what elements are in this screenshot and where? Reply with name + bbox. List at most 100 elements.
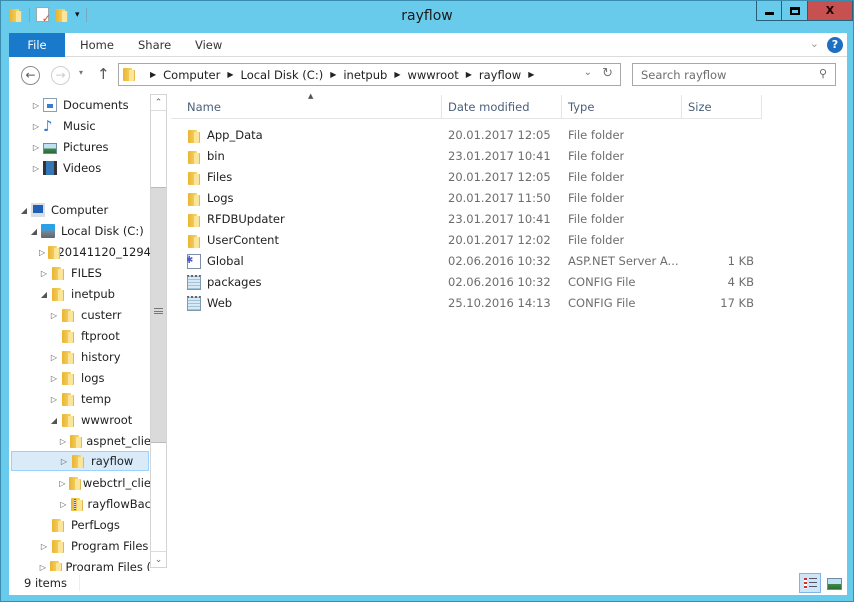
tree-item-folder[interactable]: ▷ rayflowBac	[11, 494, 151, 514]
large-icons-view-icon[interactable]	[823, 573, 845, 593]
tree-item-label: temp	[81, 392, 112, 406]
tree-item-folder[interactable]: ◢ inetpub	[11, 284, 151, 304]
expand-icon[interactable]: ▷	[39, 248, 45, 257]
column-header-name[interactable]: Name	[181, 95, 442, 119]
file-row[interactable]: Web 25.10.2016 14:13 CONFIG File 17 KB	[171, 293, 762, 314]
column-header-type[interactable]: Type	[562, 95, 682, 119]
tree-item-folder[interactable]: ▷ history	[11, 347, 151, 367]
maximize-button[interactable]	[782, 1, 808, 21]
file-name-cell: Global	[187, 251, 437, 272]
scroll-down-icon[interactable]: ⌄	[151, 551, 166, 567]
folder-icon	[49, 560, 62, 571]
expand-icon[interactable]: ▷	[59, 457, 69, 466]
refresh-icon[interactable]: ↻	[602, 66, 613, 81]
tree-item-folder[interactable]: ▷ logs	[11, 368, 151, 388]
search-icon[interactable]: ⚲	[819, 67, 827, 80]
expand-icon[interactable]: ▷	[49, 374, 59, 383]
crumb-separator-icon[interactable]: ▶	[394, 70, 400, 79]
tab-share[interactable]: Share	[138, 33, 171, 57]
expand-icon[interactable]: ▷	[31, 164, 41, 173]
address-bar[interactable]: ▶ Computer ▶ Local Disk (C:) ▶ inetpub ▶…	[118, 63, 621, 86]
tree-item-folder[interactable]: ▷ webctrl_clie	[11, 473, 151, 493]
crumb-separator-icon[interactable]: ▶	[466, 70, 472, 79]
up-button[interactable]: ↑	[97, 65, 110, 83]
disk-icon	[41, 224, 55, 238]
tree-item-videos[interactable]: ▷ Videos	[11, 158, 151, 178]
tree-item-music[interactable]: ▷ ♪ Music	[11, 116, 151, 136]
tab-home[interactable]: Home	[80, 33, 114, 57]
file-row[interactable]: Files 20.01.2017 12:05 File folder	[171, 167, 762, 188]
collapse-icon[interactable]: ◢	[39, 290, 49, 299]
tree-scrollbar[interactable]: ⌃ ⌄	[150, 94, 167, 568]
expand-icon[interactable]: ▷	[39, 542, 49, 551]
tree-item-local-disk[interactable]: ◢ Local Disk (C:)	[11, 221, 151, 241]
tree-item-label: custerr	[81, 308, 122, 322]
tree-item-folder[interactable]: ▷ Program Files	[11, 536, 151, 556]
expand-icon[interactable]: ▷	[49, 311, 59, 320]
expand-icon[interactable]: ▷	[59, 479, 66, 488]
crumb-separator-icon[interactable]: ▶	[150, 70, 156, 79]
file-type: File folder	[568, 170, 625, 184]
tree-item-folder[interactable]: ▷ FILES	[11, 263, 151, 283]
expand-icon[interactable]: ▷	[39, 563, 47, 572]
breadcrumb-rayflow[interactable]: rayflow	[479, 68, 521, 82]
tree-item-folder[interactable]: ▷ custerr	[11, 305, 151, 325]
tree-item-folder[interactable]: ▷ 20141120_1294	[11, 242, 151, 262]
crumb-separator-icon[interactable]: ▶	[528, 70, 534, 79]
tree-item-rayflow[interactable]: ▷ rayflow	[11, 451, 149, 471]
tree-item-folder[interactable]: ftproot	[11, 326, 151, 346]
tree-item-folder[interactable]: ◢ wwwroot	[11, 410, 151, 430]
file-row[interactable]: bin 23.01.2017 10:41 File folder	[171, 146, 762, 167]
column-header-date[interactable]: Date modified	[442, 95, 562, 119]
expand-ribbon-icon[interactable]: ⌄	[810, 37, 819, 50]
recent-locations-dropdown[interactable]: ▾	[79, 68, 83, 77]
expand-icon[interactable]: ▷	[31, 143, 41, 152]
expand-icon[interactable]: ▷	[59, 437, 67, 446]
expand-icon[interactable]: ▷	[49, 353, 59, 362]
crumb-separator-icon[interactable]: ▶	[330, 70, 336, 79]
tree-item-label: rayflow	[91, 454, 134, 468]
tree-item-folder[interactable]: ▷ Program Files (	[11, 557, 151, 571]
details-view-icon[interactable]	[799, 573, 821, 593]
help-icon[interactable]: ?	[827, 37, 843, 53]
maximize-icon	[789, 6, 800, 15]
breadcrumb-local-disk[interactable]: Local Disk (C:)	[240, 68, 323, 82]
tree-item-documents[interactable]: ▷ Documents	[11, 95, 151, 115]
forward-button[interactable]: →	[51, 66, 70, 85]
minimize-button[interactable]	[756, 1, 782, 21]
tab-view[interactable]: View	[195, 33, 222, 57]
close-button[interactable]: X	[808, 1, 853, 21]
file-row[interactable]: UserContent 20.01.2017 12:02 File folder	[171, 230, 762, 251]
folder-icon	[61, 392, 75, 406]
file-row[interactable]: Logs 20.01.2017 11:50 File folder	[171, 188, 762, 209]
tree-item-folder[interactable]: ▷ aspnet_clie	[11, 431, 151, 451]
expand-icon[interactable]: ▷	[39, 269, 49, 278]
tree-item-pictures[interactable]: ▷ Pictures	[11, 137, 151, 157]
expand-icon[interactable]: ▷	[31, 101, 41, 110]
breadcrumb-computer[interactable]: Computer	[163, 68, 220, 82]
collapse-icon[interactable]: ◢	[49, 416, 59, 425]
file-row[interactable]: App_Data 20.01.2017 12:05 File folder	[171, 125, 762, 146]
scroll-thumb[interactable]	[151, 187, 166, 443]
search-input[interactable]	[633, 64, 803, 85]
column-header-size[interactable]: Size	[682, 95, 762, 119]
expand-icon[interactable]: ▷	[49, 395, 59, 404]
back-button[interactable]: ←	[21, 66, 40, 85]
collapse-icon[interactable]: ◢	[19, 206, 29, 215]
tree-item-computer[interactable]: ◢ Computer	[11, 200, 151, 220]
tab-file[interactable]: File	[9, 33, 65, 57]
scroll-up-icon[interactable]: ⌃	[151, 95, 166, 111]
expand-icon[interactable]: ▷	[59, 500, 68, 509]
address-dropdown-icon[interactable]: ⌄	[584, 67, 592, 78]
tree-item-folder[interactable]: ▷ temp	[11, 389, 151, 409]
file-row[interactable]: packages 02.06.2016 10:32 CONFIG File 4 …	[171, 272, 762, 293]
tree-item-folder[interactable]: PerfLogs	[11, 515, 151, 535]
crumb-separator-icon[interactable]: ▶	[227, 70, 233, 79]
tree-item-label: webctrl_clie	[82, 476, 151, 490]
breadcrumb-wwwroot[interactable]: wwwroot	[407, 68, 458, 82]
collapse-icon[interactable]: ◢	[29, 227, 39, 236]
expand-icon[interactable]: ▷	[31, 122, 41, 131]
breadcrumb-inetpub[interactable]: inetpub	[343, 68, 387, 82]
file-row[interactable]: Global 02.06.2016 10:32 ASP.NET Server A…	[171, 251, 762, 272]
file-row[interactable]: RFDBUpdater 23.01.2017 10:41 File folder	[171, 209, 762, 230]
